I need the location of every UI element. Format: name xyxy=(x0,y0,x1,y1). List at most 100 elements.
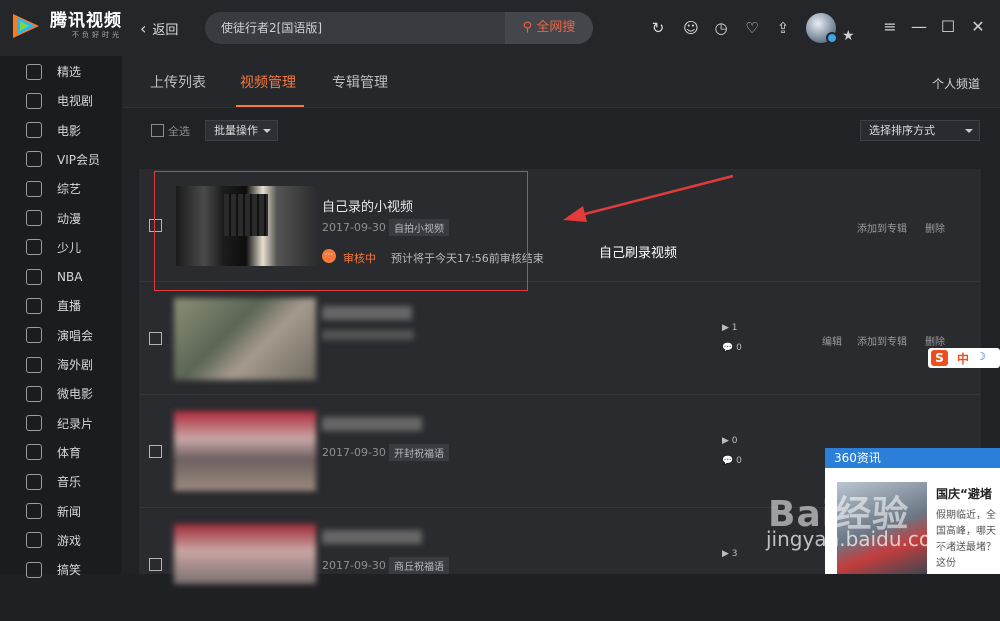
row-checkbox[interactable] xyxy=(149,558,162,571)
tab-video-management[interactable]: 视频管理 xyxy=(240,72,296,92)
sidebar-item-label: 电影 xyxy=(57,123,82,138)
star-icon xyxy=(26,151,42,168)
sidebar-item[interactable]: 新闻 xyxy=(0,497,122,526)
sidebar-item-label: NBA xyxy=(57,269,83,284)
sidebar-item-label: VIP会员 xyxy=(57,152,100,167)
play-count: ▶ 0 xyxy=(722,436,738,446)
thumbs-up-icon xyxy=(26,63,42,80)
add-to-album-button[interactable]: 添加到专辑 xyxy=(857,333,907,348)
app-logo[interactable]: 腾讯视频 不负好时光 xyxy=(10,11,122,41)
sidebar-item[interactable]: 综艺 xyxy=(0,174,122,203)
edit-button[interactable]: 编辑 xyxy=(822,333,842,348)
sidebar-item[interactable]: 少儿 xyxy=(0,233,122,262)
sidebar-item[interactable]: 动漫 xyxy=(0,204,122,233)
vip-star-icon[interactable]: ★ xyxy=(842,28,855,44)
gamepad-icon xyxy=(26,532,42,549)
personal-channel-link[interactable]: 个人频道 xyxy=(932,75,980,92)
maximize-icon[interactable]: ☐ xyxy=(938,17,958,36)
history-icon[interactable]: ◷ xyxy=(709,16,733,40)
sort-label: 选择排序方式 xyxy=(869,124,935,137)
sidebar-item[interactable]: 音乐 xyxy=(0,467,122,496)
globe-icon xyxy=(26,356,42,373)
ball-icon xyxy=(26,444,42,461)
cartoon-face-icon xyxy=(26,210,42,226)
annotation-arrow-icon xyxy=(563,174,734,222)
video-row: ▶ 1 💬 0 编辑 添加到专辑 删除 xyxy=(139,282,981,395)
sidebar-item[interactable]: NBA xyxy=(0,262,122,291)
child-face-icon xyxy=(26,239,42,256)
logo-slogan: 不负好时光 xyxy=(72,31,122,39)
sidebar-item[interactable]: 搞笑 xyxy=(0,555,122,584)
comment-count-value: 0 xyxy=(736,456,742,466)
upload-icon[interactable]: ⇪ xyxy=(771,16,795,40)
sidebar-item[interactable]: 演唱会 xyxy=(0,321,122,350)
sogou-logo-icon: S xyxy=(931,350,948,366)
video-thumbnail[interactable] xyxy=(174,411,316,491)
select-all-label[interactable]: 全选 xyxy=(168,123,190,139)
sidebar-item-label: 微电影 xyxy=(57,387,94,402)
video-thumbnail[interactable] xyxy=(174,298,316,380)
blurred-title xyxy=(322,306,412,320)
microphone-icon xyxy=(26,297,42,314)
comment-count-value: 0 xyxy=(736,343,742,353)
sidebar-item-label: 电视剧 xyxy=(57,94,94,109)
sidebar-item-label: 演唱会 xyxy=(57,328,94,343)
sidebar-item-label: 少儿 xyxy=(57,240,82,255)
news-title[interactable]: 国庆“避堵 xyxy=(936,485,992,502)
sidebar-item[interactable]: 微电影 xyxy=(0,379,122,408)
search-icon: ⚲ xyxy=(522,20,533,35)
back-button[interactable]: ‹ 返回 xyxy=(140,19,178,38)
video-date: 2017-09-30 xyxy=(322,559,386,572)
batch-actions-dropdown[interactable]: 批量操作 xyxy=(205,120,278,141)
ime-toolbar[interactable]: S 中 ☽ xyxy=(928,348,1000,368)
laugh-face-icon xyxy=(26,561,42,578)
sort-dropdown[interactable]: 选择排序方式 xyxy=(860,120,980,141)
concert-icon xyxy=(26,327,42,344)
sidebar-item-label: 动漫 xyxy=(57,211,82,226)
favorite-icon[interactable]: ♡ xyxy=(740,16,764,40)
comment-count: 💬 0 xyxy=(722,343,742,353)
back-label: 返回 xyxy=(152,23,179,38)
delete-button[interactable]: 删除 xyxy=(925,333,945,348)
sidebar-item[interactable]: 电视剧 xyxy=(0,86,122,115)
caret-down-icon xyxy=(263,129,271,133)
sidebar-item[interactable]: 海外剧 xyxy=(0,350,122,379)
play-count-value: 0 xyxy=(731,436,738,446)
video-tag: 商丘祝福语 xyxy=(389,557,449,574)
sidebar-item[interactable]: 直播 xyxy=(0,291,122,320)
menu-icon[interactable]: ≡ xyxy=(880,17,900,36)
sidebar-item[interactable]: 电影 xyxy=(0,116,122,145)
minimize-icon[interactable]: — xyxy=(909,17,929,36)
video-thumbnail[interactable] xyxy=(174,524,316,584)
delete-button[interactable]: 删除 xyxy=(925,220,945,235)
tv-icon xyxy=(26,92,42,109)
select-all-checkbox[interactable] xyxy=(151,124,164,137)
tencent-video-logo-icon xyxy=(10,11,44,41)
newspaper-icon xyxy=(26,503,42,519)
play-count-value: 3 xyxy=(731,549,738,559)
logo-title: 腾讯视频 xyxy=(50,11,122,31)
search-all-button[interactable]: ⚲ 全网搜 xyxy=(505,12,593,44)
news-header: 360资讯 xyxy=(825,448,1000,468)
tab-album-management[interactable]: 专辑管理 xyxy=(332,72,388,92)
search-input[interactable]: 使徒行者2[国语版] xyxy=(221,12,322,44)
sidebar-item-label: 新闻 xyxy=(57,504,82,519)
add-to-album-button[interactable]: 添加到专辑 xyxy=(857,220,907,235)
sidebar-item[interactable]: 纪录片 xyxy=(0,409,122,438)
caret-down-icon xyxy=(965,129,973,133)
row-checkbox[interactable] xyxy=(149,445,162,458)
tab-upload-list[interactable]: 上传列表 xyxy=(150,72,206,92)
sidebar-item[interactable]: VIP会员 xyxy=(0,145,122,174)
close-icon[interactable]: ✕ xyxy=(968,17,988,36)
video-date: 2017-09-30 xyxy=(322,446,386,459)
refresh-icon[interactable]: ↻ xyxy=(646,16,670,40)
sidebar-item-label: 精选 xyxy=(57,65,82,79)
search-button-label: 全网搜 xyxy=(536,20,576,35)
row-checkbox[interactable] xyxy=(149,332,162,345)
sidebar-item[interactable]: 游戏 xyxy=(0,526,122,555)
sidebar-item[interactable]: 精选 xyxy=(0,57,122,86)
play-count: ▶ 3 xyxy=(722,549,738,559)
annotation-text: 自己刷录视频 xyxy=(599,246,678,261)
sidebar-item[interactable]: 体育 xyxy=(0,438,122,467)
message-icon[interactable]: ☺ xyxy=(679,16,703,40)
